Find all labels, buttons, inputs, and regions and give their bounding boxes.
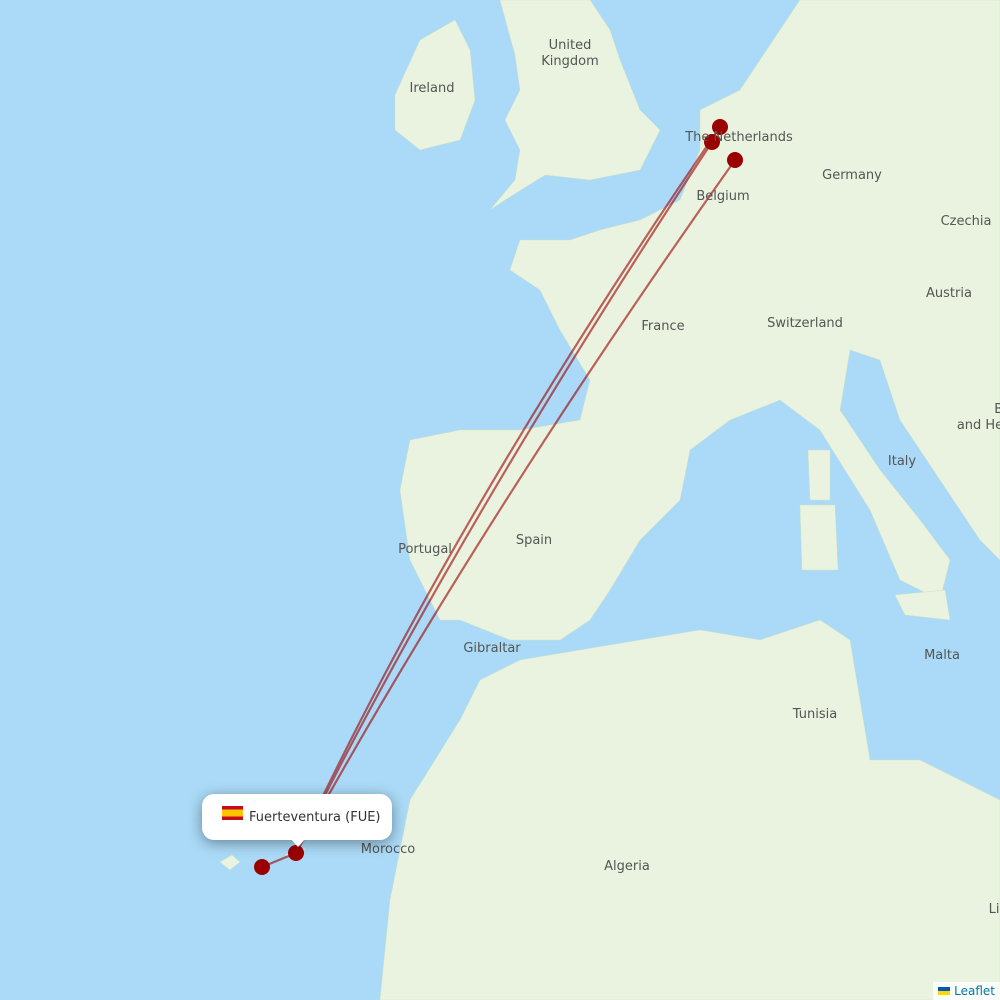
leaflet-link[interactable]: Leaflet (954, 984, 995, 998)
country-label-netherlands: The Netherlands (685, 130, 793, 145)
country-label-tunisia: Tunisia (792, 707, 838, 722)
airport-popup: Fuerteventura (FUE) (202, 794, 392, 840)
country-label-germany: Germany (822, 168, 882, 183)
country-label-czechia: Czechia (940, 214, 992, 229)
ukraine-flag-icon (938, 987, 951, 995)
country-label-austria: Austria (926, 286, 972, 301)
country-label-bosnia: Band He (956, 402, 1000, 433)
country-label-malta: Malta (924, 648, 960, 663)
map-canvas[interactable] (0, 0, 1000, 1000)
country-label-gibraltar: Gibraltar (463, 641, 521, 656)
origin-airport-marker[interactable] (288, 845, 304, 861)
spain-flag-icon (222, 806, 243, 820)
country-label-algeria: Algeria (604, 859, 650, 874)
country-label-france: France (641, 319, 685, 334)
country-label-belgium: Belgium (696, 189, 750, 204)
country-label-switzerland: Switzerland (767, 316, 843, 331)
popup-tip (290, 838, 306, 847)
attribution: Leaflet (933, 982, 1000, 1000)
country-label-portugal: Portugal (398, 542, 452, 557)
airport-popup-label: Fuerteventura (FUE) (249, 809, 381, 825)
country-label-spain: Spain (515, 533, 553, 548)
country-label-ireland: Ireland (409, 81, 455, 96)
airport-marker[interactable] (254, 859, 270, 875)
country-label-morocco: Morocco (360, 842, 416, 857)
country-label-italy: Italy (887, 454, 917, 469)
airport-marker[interactable] (727, 152, 743, 168)
country-label-uk: United Kingdom (541, 38, 599, 69)
country-label-libya: Li (988, 902, 1000, 917)
